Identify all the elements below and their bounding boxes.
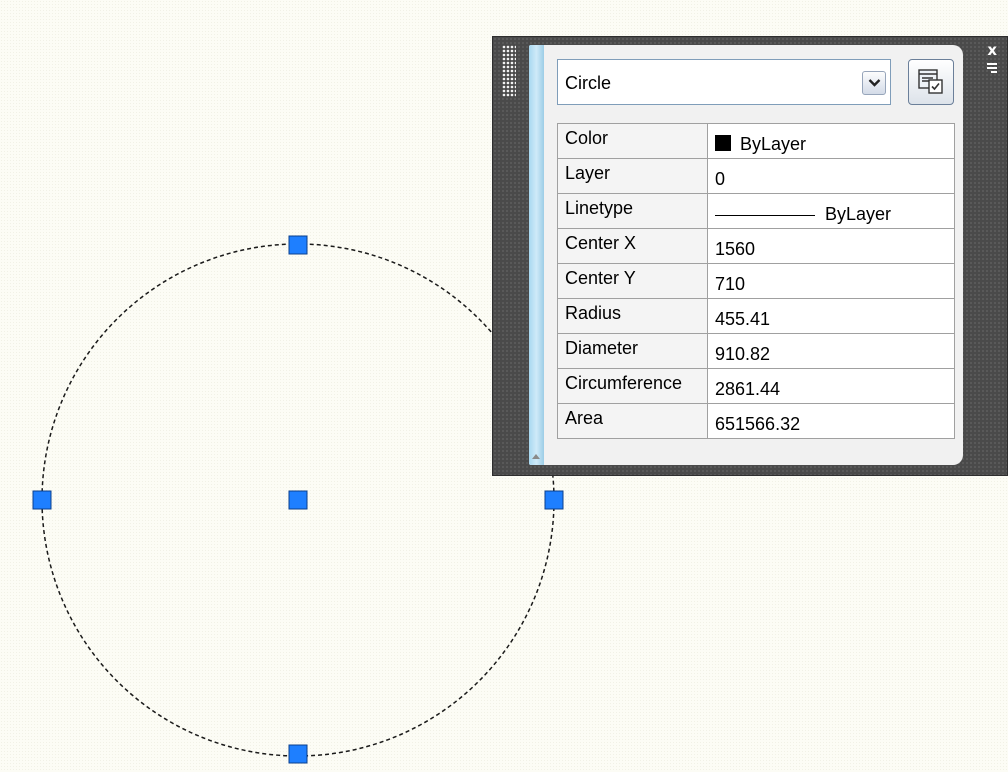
property-row-radius[interactable]: Radius 455.41 xyxy=(557,298,955,334)
property-value-center-x[interactable]: 1560 xyxy=(707,228,955,264)
quick-properties-palette: x Circle Color ByLayer Layer 0 Linetype … xyxy=(492,36,1008,476)
property-row-circumference[interactable]: Circumference 2861.44 xyxy=(557,368,955,404)
property-name: Radius xyxy=(557,298,708,334)
quick-properties-settings-button[interactable] xyxy=(908,59,954,105)
object-type-value: Circle xyxy=(565,73,612,93)
object-type-dropdown[interactable]: Circle xyxy=(557,59,891,105)
property-row-diameter[interactable]: Diameter 910.82 xyxy=(557,333,955,369)
palette-grab-handle[interactable] xyxy=(502,45,516,97)
palette-content: Circle Color ByLayer Layer 0 Linetype By… xyxy=(529,45,963,465)
linetype-value: ByLayer xyxy=(825,204,892,224)
palette-side-strip[interactable] xyxy=(529,45,544,465)
property-value-center-y[interactable]: 710 xyxy=(707,263,955,299)
property-value-area[interactable]: 651566.32 xyxy=(707,403,955,439)
property-name: Layer xyxy=(557,158,708,194)
left-quadrant-grip[interactable] xyxy=(32,490,52,510)
chevron-down-icon[interactable] xyxy=(862,71,886,95)
property-name: Linetype xyxy=(557,193,708,229)
property-value-linetype[interactable]: ByLayer xyxy=(707,193,955,229)
property-name: Circumference xyxy=(557,368,708,404)
property-row-center-y[interactable]: Center Y 710 xyxy=(557,263,955,299)
property-name: Color xyxy=(557,123,708,159)
property-value-diameter[interactable]: 910.82 xyxy=(707,333,955,369)
property-name: Center Y xyxy=(557,263,708,299)
palette-menu-icon[interactable] xyxy=(987,63,997,73)
close-icon[interactable]: x xyxy=(987,43,997,58)
top-quadrant-grip[interactable] xyxy=(288,235,308,255)
right-quadrant-grip[interactable] xyxy=(544,490,564,510)
color-swatch xyxy=(715,135,731,151)
property-row-center-x[interactable]: Center X 1560 xyxy=(557,228,955,264)
property-name: Center X xyxy=(557,228,708,264)
color-value: ByLayer xyxy=(740,134,807,154)
property-name: Area xyxy=(557,403,708,439)
bottom-quadrant-grip[interactable] xyxy=(288,744,308,764)
property-row-area[interactable]: Area 651566.32 xyxy=(557,403,955,439)
collapse-arrow-icon[interactable] xyxy=(532,454,540,459)
linetype-preview xyxy=(715,214,815,216)
properties-table: Color ByLayer Layer 0 Linetype ByLayer C… xyxy=(557,123,955,439)
property-row-color[interactable]: Color ByLayer xyxy=(557,123,955,159)
property-value-layer[interactable]: 0 xyxy=(707,158,955,194)
property-value-color[interactable]: ByLayer xyxy=(707,123,955,159)
center-grip[interactable] xyxy=(288,490,308,510)
property-value-radius[interactable]: 455.41 xyxy=(707,298,955,334)
property-name: Diameter xyxy=(557,333,708,369)
property-row-layer[interactable]: Layer 0 xyxy=(557,158,955,194)
property-row-linetype[interactable]: Linetype ByLayer xyxy=(557,193,955,229)
property-value-circumference[interactable]: 2861.44 xyxy=(707,368,955,404)
quick-properties-settings-icon xyxy=(918,69,943,94)
